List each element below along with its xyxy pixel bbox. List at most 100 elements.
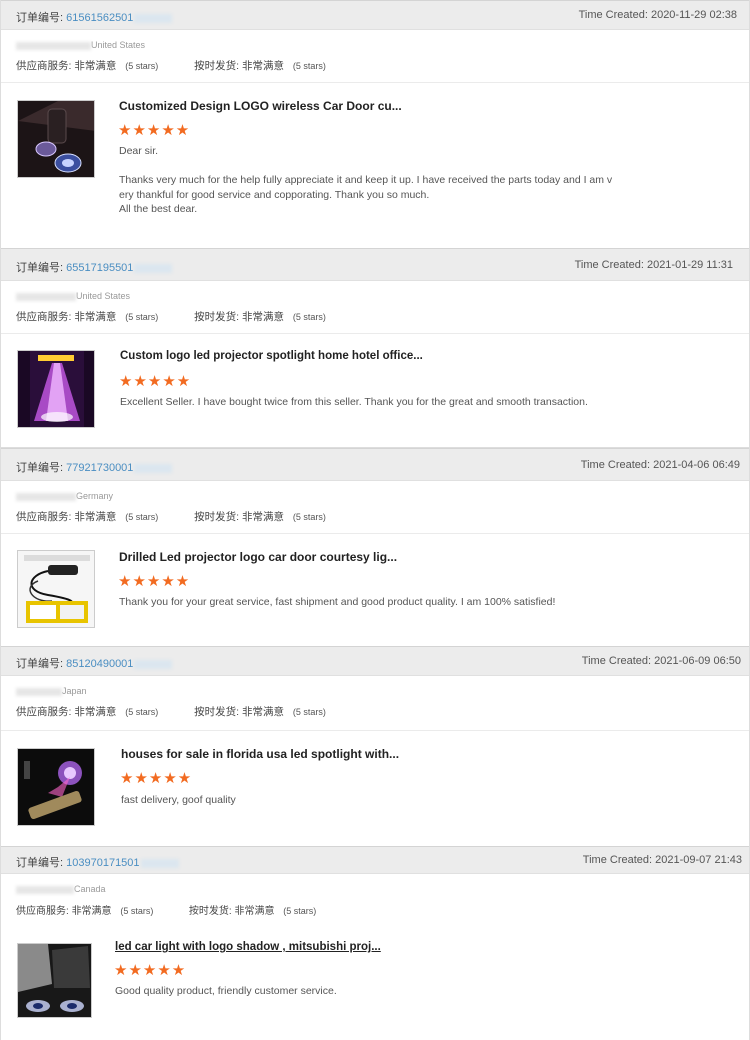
on-time-stars: (5 stars) bbox=[292, 61, 326, 71]
supplier-service-label: 供应商服务: bbox=[16, 511, 72, 523]
buyer-location: Canada bbox=[16, 884, 106, 894]
order-number-link[interactable]: 77921730001 bbox=[66, 462, 133, 474]
rating-line: 供应商服务: 非常满意 (5 stars) 按时发货: 非常满意 (5 star… bbox=[16, 704, 326, 719]
time-created: Time Created: 2020-11-29 02:38 bbox=[579, 9, 737, 21]
review-header: 订单编号: 65517195501 Time Created: 2021-01-… bbox=[1, 248, 749, 281]
buyer-name-redacted bbox=[16, 885, 74, 894]
order-info: 订单编号: 65517195501 bbox=[16, 259, 173, 275]
time-created-label: Time Created: bbox=[580, 459, 651, 471]
buyer-location: United States bbox=[16, 40, 145, 50]
review-card: 订单编号: 77921730001 Time Created: 2021-04-… bbox=[0, 448, 750, 646]
on-time-label: 按时发货: bbox=[188, 906, 232, 917]
rating-line: 供应商服务: 非常满意 (5 stars) 按时发货: 非常满意 (5 star… bbox=[16, 902, 316, 917]
order-info: 订单编号: 77921730001 bbox=[16, 459, 173, 475]
on-time-value: 非常满意 bbox=[241, 311, 284, 323]
buyer-name-redacted bbox=[16, 492, 76, 501]
buyer-location: Japan bbox=[16, 686, 87, 696]
time-created-value: 2021-01-29 11:31 bbox=[646, 259, 733, 271]
review-feedback: Dear sir. Thanks very much for the help … bbox=[119, 145, 613, 215]
supplier-service-label: 供应商服务: bbox=[16, 906, 69, 917]
order-label: 订单编号: bbox=[16, 262, 64, 274]
supplier-service-value: 非常满意 bbox=[74, 511, 117, 523]
time-created: Time Created: 2021-09-07 21:43 bbox=[583, 854, 742, 866]
on-time-value: 非常满意 bbox=[234, 906, 275, 917]
supplier-service-value: 非常满意 bbox=[74, 311, 117, 323]
order-info: 订单编号: 85120490001 bbox=[16, 655, 173, 671]
review-header: 订单编号: 61561562501 Time Created: 2020-11-… bbox=[1, 0, 749, 30]
on-time-label: 按时发货: bbox=[194, 706, 240, 718]
product-title-link[interactable]: Customized Design LOGO wireless Car Door… bbox=[119, 99, 402, 113]
order-number-link[interactable]: 61561562501 bbox=[66, 12, 133, 24]
product-title-link[interactable]: led car light with logo shadow , mitsubi… bbox=[115, 941, 381, 953]
time-created: Time Created: 2021-04-06 06:49 bbox=[581, 459, 740, 471]
rating-line: 供应商服务: 非常满意 (5 stars) 按时发货: 非常满意 (5 star… bbox=[16, 509, 326, 524]
on-time-value: 非常满意 bbox=[241, 511, 284, 523]
on-time-value: 非常满意 bbox=[241, 60, 284, 72]
on-time-stars: (5 stars) bbox=[292, 312, 326, 322]
order-label: 订单编号: bbox=[16, 12, 64, 24]
review-stars: ★★★★★ bbox=[118, 573, 191, 590]
review-card: 订单编号: 85120490001 Time Created: 2021-06-… bbox=[0, 646, 750, 846]
review-stars: ★★★★★ bbox=[119, 373, 192, 390]
review-stars: ★★★★★ bbox=[118, 122, 191, 139]
product-thumbnail[interactable] bbox=[17, 100, 95, 178]
divider bbox=[1, 333, 749, 334]
buyer-name-redacted bbox=[16, 292, 76, 301]
review-feedback: Good quality product, friendly customer … bbox=[115, 985, 337, 997]
time-created: Time Created: 2021-01-29 11:31 bbox=[575, 259, 733, 271]
time-created-value: 2020-11-29 02:38 bbox=[650, 9, 737, 21]
time-created: Time Created: 2021-06-09 06:50 bbox=[582, 655, 741, 667]
time-created-label: Time Created: bbox=[578, 9, 648, 21]
product-thumbnail[interactable] bbox=[17, 350, 95, 428]
buyer-country: United States bbox=[76, 291, 131, 301]
review-card: 订单编号: 61561562501 Time Created: 2020-11-… bbox=[0, 0, 750, 248]
supplier-service-label: 供应商服务: bbox=[16, 60, 72, 72]
supplier-service-stars: (5 stars) bbox=[125, 512, 159, 522]
product-title-link[interactable]: houses for sale in florida usa led spotl… bbox=[121, 747, 399, 761]
order-number-redacted bbox=[134, 263, 173, 273]
buyer-country: United States bbox=[91, 40, 146, 50]
review-card: 订单编号: 103970171501 Time Created: 2021-09… bbox=[0, 846, 750, 1040]
on-time-stars: (5 stars) bbox=[292, 707, 326, 717]
product-title-link[interactable]: Custom logo led projector spotlight home… bbox=[120, 350, 423, 362]
order-info: 订单编号: 103970171501 bbox=[16, 854, 179, 870]
time-created-value: 2021-09-07 21:43 bbox=[655, 854, 742, 866]
order-number-link[interactable]: 85120490001 bbox=[66, 658, 133, 670]
rating-line: 供应商服务: 非常满意 (5 stars) 按时发货: 非常满意 (5 star… bbox=[16, 58, 326, 73]
order-info: 订单编号: 61561562501 bbox=[16, 9, 173, 25]
on-time-value: 非常满意 bbox=[241, 706, 284, 718]
buyer-country: Canada bbox=[74, 884, 106, 894]
time-created-value: 2021-04-06 06:49 bbox=[653, 459, 740, 471]
buyer-country: Japan bbox=[62, 686, 87, 696]
rating-line: 供应商服务: 非常满意 (5 stars) 按时发货: 非常满意 (5 star… bbox=[16, 309, 326, 324]
supplier-service-value: 非常满意 bbox=[74, 706, 117, 718]
on-time-label: 按时发货: bbox=[194, 511, 240, 523]
buyer-name-redacted bbox=[16, 41, 91, 50]
divider bbox=[1, 730, 749, 731]
product-thumbnail[interactable] bbox=[17, 943, 92, 1018]
divider bbox=[1, 82, 749, 83]
order-label: 订单编号: bbox=[16, 462, 64, 474]
time-created-label: Time Created: bbox=[582, 854, 653, 866]
buyer-country: Germany bbox=[76, 491, 114, 501]
review-feedback: Excellent Seller. I have bought twice fr… bbox=[120, 396, 588, 408]
supplier-service-value: 非常满意 bbox=[74, 60, 117, 72]
time-created-label: Time Created: bbox=[581, 655, 652, 667]
product-title-link[interactable]: Drilled Led projector logo car door cour… bbox=[119, 550, 397, 564]
product-thumbnail[interactable] bbox=[17, 550, 95, 628]
review-header: 订单编号: 77921730001 Time Created: 2021-04-… bbox=[1, 448, 749, 481]
review-stars: ★★★★★ bbox=[120, 770, 193, 787]
supplier-service-value: 非常满意 bbox=[71, 906, 112, 917]
order-number-link[interactable]: 65517195501 bbox=[66, 262, 133, 274]
buyer-location: Germany bbox=[16, 491, 113, 501]
divider bbox=[1, 533, 749, 534]
on-time-stars: (5 stars) bbox=[292, 512, 326, 522]
supplier-service-label: 供应商服务: bbox=[16, 706, 72, 718]
order-label: 订单编号: bbox=[16, 857, 64, 869]
review-stars: ★★★★★ bbox=[114, 962, 187, 979]
product-thumbnail[interactable] bbox=[17, 748, 95, 826]
supplier-service-stars: (5 stars) bbox=[125, 707, 159, 717]
time-created-label: Time Created: bbox=[574, 259, 644, 271]
on-time-label: 按时发货: bbox=[194, 60, 240, 72]
order-number-link[interactable]: 103970171501 bbox=[66, 857, 139, 869]
